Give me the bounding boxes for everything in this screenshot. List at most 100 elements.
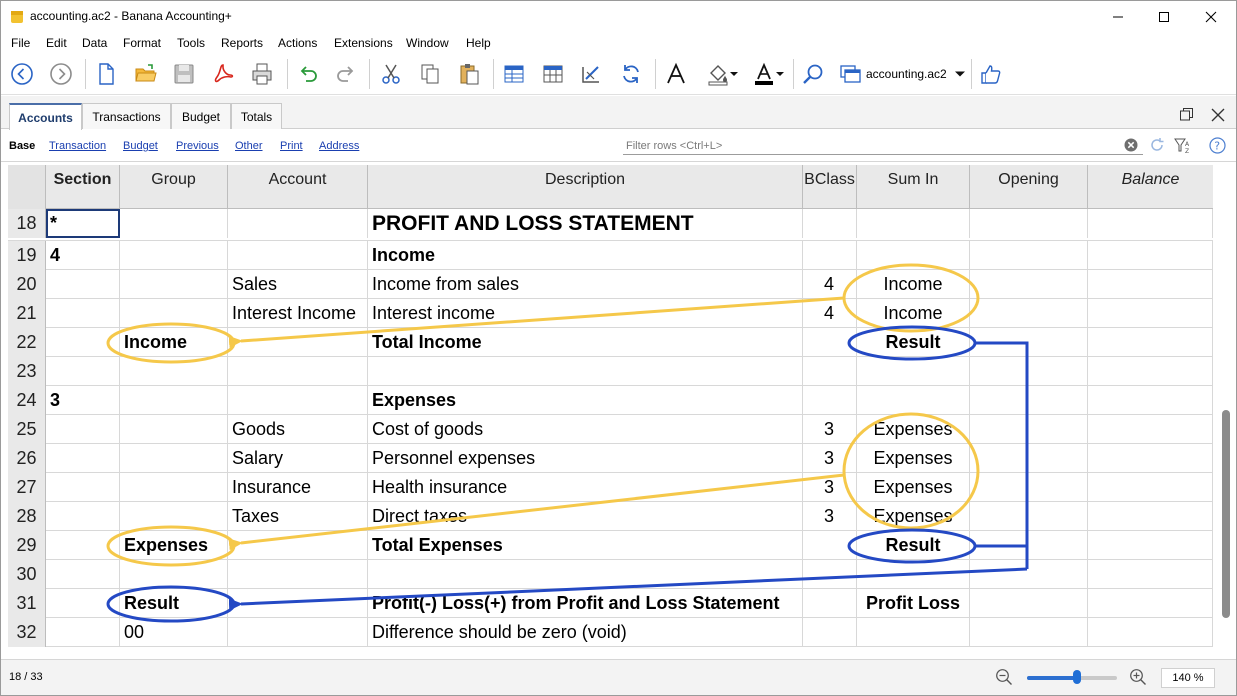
cell-account[interactable]: Salary bbox=[228, 444, 368, 473]
cell-section[interactable] bbox=[46, 502, 120, 531]
cell-section[interactable] bbox=[46, 270, 120, 299]
cell-section[interactable] bbox=[46, 560, 120, 589]
cell-bclass[interactable] bbox=[803, 618, 857, 647]
save-button[interactable] bbox=[169, 59, 199, 89]
cell-sum-in[interactable] bbox=[857, 386, 970, 415]
cell-group[interactable] bbox=[120, 357, 228, 386]
header-opening[interactable]: Opening bbox=[970, 165, 1088, 209]
cell-sum-in[interactable]: Profit Loss bbox=[857, 589, 970, 618]
zoom-slider-thumb[interactable] bbox=[1072, 670, 1081, 684]
cell-group[interactable]: Expenses bbox=[120, 531, 228, 560]
header-balance[interactable]: Balance bbox=[1088, 165, 1213, 209]
cell-sum-in[interactable] bbox=[857, 209, 970, 238]
cell-description[interactable]: Income bbox=[368, 241, 803, 270]
edit-table-button[interactable] bbox=[577, 59, 607, 89]
header-group[interactable]: Group bbox=[120, 165, 228, 209]
menu-window[interactable]: Window bbox=[406, 36, 449, 50]
table-row[interactable]: 20 Sales Income from sales 4 Income bbox=[8, 270, 1213, 299]
vertical-scrollbar[interactable] bbox=[1220, 165, 1232, 657]
cell-group[interactable] bbox=[120, 386, 228, 415]
header-sum-in[interactable]: Sum In bbox=[857, 165, 970, 209]
cell-bclass[interactable] bbox=[803, 560, 857, 589]
cell-sum-in[interactable] bbox=[857, 241, 970, 270]
cell-opening[interactable] bbox=[970, 618, 1088, 647]
table-row[interactable]: 32 00 Difference should be zero (void) bbox=[8, 618, 1213, 647]
cell-description[interactable]: Direct taxes bbox=[368, 502, 803, 531]
cell-section[interactable] bbox=[46, 618, 120, 647]
cell-balance[interactable] bbox=[1088, 618, 1213, 647]
cell-bclass[interactable] bbox=[803, 209, 857, 238]
header-description[interactable]: Description bbox=[368, 165, 803, 209]
cell-opening[interactable] bbox=[970, 241, 1088, 270]
table-row[interactable]: 18 * PROFIT AND LOSS STATEMENT bbox=[8, 209, 1213, 241]
view-other[interactable]: Other bbox=[235, 140, 263, 152]
tab-transactions[interactable]: Transactions bbox=[82, 103, 171, 129]
cell-sum-in[interactable] bbox=[857, 357, 970, 386]
cell-description[interactable] bbox=[368, 560, 803, 589]
menu-data[interactable]: Data bbox=[82, 36, 107, 50]
table-row[interactable]: 23 bbox=[8, 357, 1213, 386]
cell-description[interactable]: Profit(-) Loss(+) from Profit and Loss S… bbox=[368, 589, 803, 618]
cell-sum-in[interactable]: Result bbox=[857, 531, 970, 560]
table-row[interactable]: 28 Taxes Direct taxes 3 Expenses bbox=[8, 502, 1213, 531]
cell-opening[interactable] bbox=[970, 415, 1088, 444]
cell-opening[interactable] bbox=[970, 386, 1088, 415]
table-row[interactable]: 30 bbox=[8, 560, 1213, 589]
cell-sum-in[interactable]: Income bbox=[857, 270, 970, 299]
cell-account[interactable] bbox=[228, 357, 368, 386]
menu-edit[interactable]: Edit bbox=[46, 36, 67, 50]
tab-budget[interactable]: Budget bbox=[171, 103, 231, 129]
menu-extensions[interactable]: Extensions bbox=[334, 36, 393, 50]
cell-group[interactable] bbox=[120, 270, 228, 299]
tab-accounts[interactable]: Accounts bbox=[9, 103, 82, 130]
view-previous[interactable]: Previous bbox=[176, 140, 219, 152]
cell-section[interactable] bbox=[46, 473, 120, 502]
cell-sum-in[interactable]: Expenses bbox=[857, 444, 970, 473]
close-window-button[interactable] bbox=[1188, 1, 1234, 33]
cell-group[interactable]: Income bbox=[120, 328, 228, 357]
find-button[interactable] bbox=[798, 59, 828, 89]
cell-section[interactable]: 4 bbox=[46, 241, 120, 270]
minimize-button[interactable] bbox=[1095, 1, 1141, 33]
cell-opening[interactable] bbox=[970, 560, 1088, 589]
new-file-button[interactable] bbox=[91, 59, 121, 89]
cell-sum-in[interactable]: Expenses bbox=[857, 415, 970, 444]
menu-format[interactable]: Format bbox=[123, 36, 161, 50]
table-row[interactable]: 19 4 Income bbox=[8, 241, 1213, 270]
cell-description[interactable]: Cost of goods bbox=[368, 415, 803, 444]
cell-account[interactable]: Interest Income bbox=[228, 299, 368, 328]
cell-account[interactable] bbox=[228, 209, 368, 238]
cell-opening[interactable] bbox=[970, 299, 1088, 328]
cell-opening[interactable] bbox=[970, 357, 1088, 386]
cell-bclass[interactable] bbox=[803, 531, 857, 560]
cell-section[interactable]: 3 bbox=[46, 386, 120, 415]
cell-balance[interactable] bbox=[1088, 299, 1213, 328]
table-row[interactable]: 27 Insurance Health insurance 3 Expenses bbox=[8, 473, 1213, 502]
cell-balance[interactable] bbox=[1088, 209, 1213, 238]
menu-reports[interactable]: Reports bbox=[221, 36, 263, 50]
cell-group[interactable] bbox=[120, 502, 228, 531]
menu-help[interactable]: Help bbox=[466, 36, 491, 50]
cell-account[interactable] bbox=[228, 589, 368, 618]
cell-group[interactable] bbox=[120, 473, 228, 502]
cell-balance[interactable] bbox=[1088, 415, 1213, 444]
clear-filter-icon[interactable] bbox=[1124, 138, 1138, 152]
view-address[interactable]: Address bbox=[319, 140, 359, 152]
tab-totals[interactable]: Totals bbox=[231, 103, 282, 129]
cell-account[interactable]: Taxes bbox=[228, 502, 368, 531]
cell-group[interactable]: 00 bbox=[120, 618, 228, 647]
cell-opening[interactable] bbox=[970, 270, 1088, 299]
cell-account[interactable]: Goods bbox=[228, 415, 368, 444]
cell-section[interactable] bbox=[46, 415, 120, 444]
cell-account[interactable] bbox=[228, 531, 368, 560]
cell-description[interactable]: PROFIT AND LOSS STATEMENT bbox=[368, 209, 803, 238]
cell-opening[interactable] bbox=[970, 502, 1088, 531]
cell-section[interactable]: * bbox=[46, 209, 120, 238]
cell-description[interactable]: Health insurance bbox=[368, 473, 803, 502]
cell-sum-in[interactable]: Expenses bbox=[857, 502, 970, 531]
cell-bclass[interactable] bbox=[803, 589, 857, 618]
cell-group[interactable] bbox=[120, 415, 228, 444]
cell-group[interactable] bbox=[120, 560, 228, 589]
cell-account[interactable] bbox=[228, 560, 368, 589]
font-button[interactable] bbox=[661, 59, 691, 89]
